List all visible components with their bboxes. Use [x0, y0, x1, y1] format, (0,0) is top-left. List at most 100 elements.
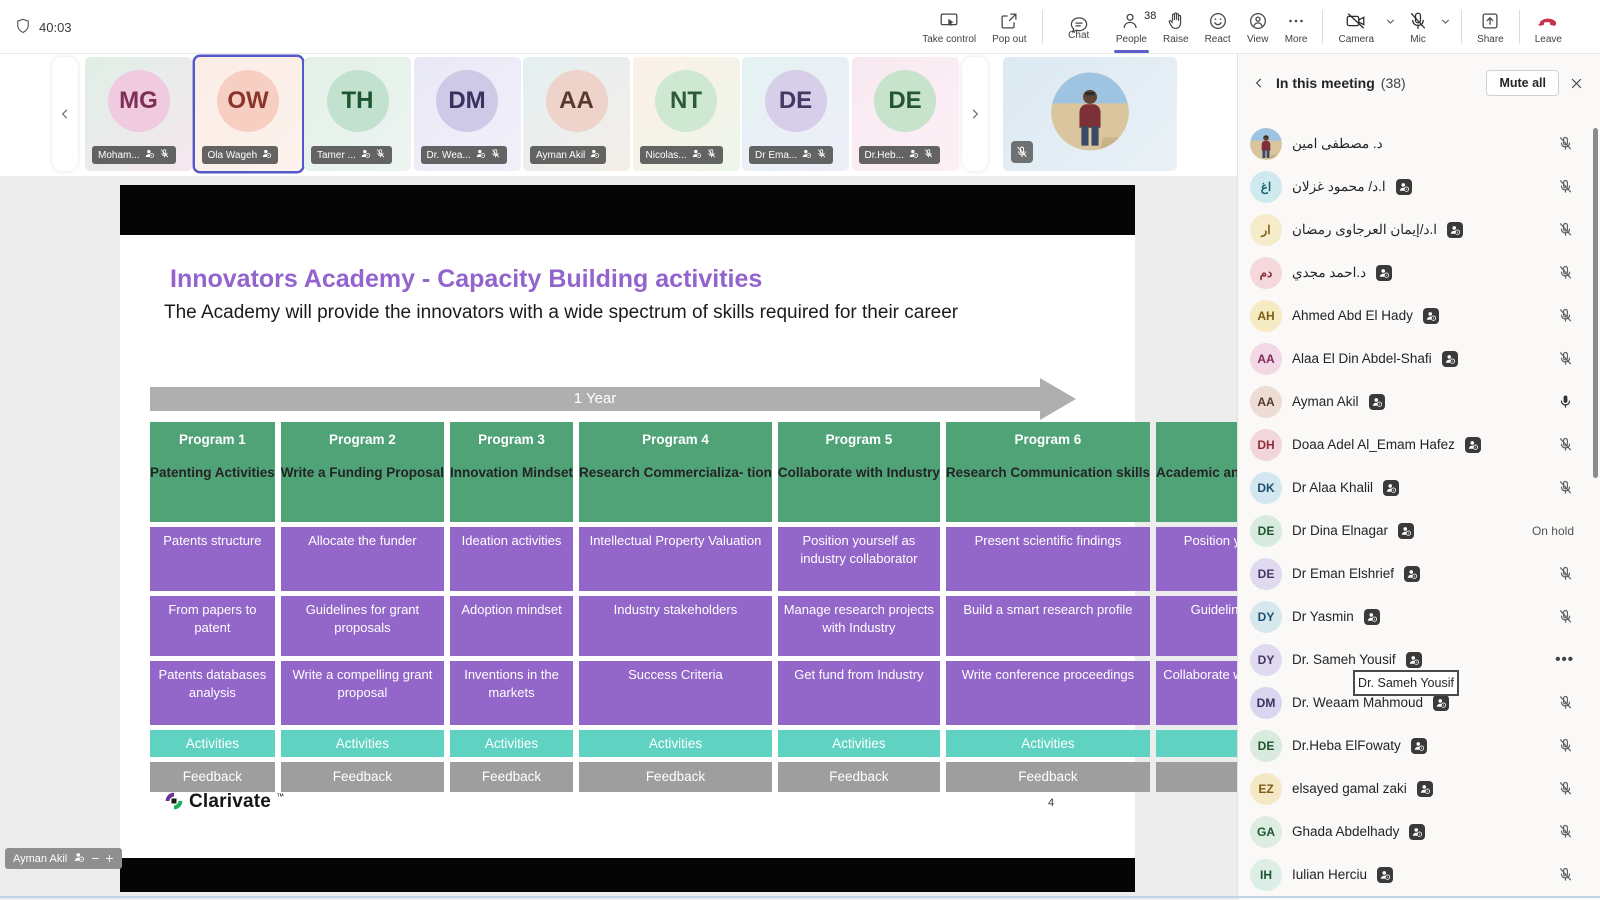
participant-video-tile[interactable]: DMDr. Wea...	[414, 57, 521, 171]
panel-title: In this meeting	[1276, 75, 1375, 91]
avatar-initials: MG	[108, 70, 170, 132]
mic-muted-icon	[1557, 565, 1574, 582]
participant-row[interactable]: DHDoaa Adel Al_Emam Hafez	[1238, 423, 1600, 466]
participant-row[interactable]: DKDr Alaa Khalil	[1238, 466, 1600, 509]
camera-options-chevron[interactable]	[1382, 0, 1399, 48]
leave-button[interactable]: Leave	[1527, 0, 1570, 54]
timeline-arrow: 1 Year	[150, 387, 1040, 411]
participant-row[interactable]: دمد.احمد مجدي	[1238, 251, 1600, 294]
participant-row[interactable]: EZelsayed gamal zaki	[1238, 767, 1600, 810]
panel-back-chevron[interactable]	[1252, 76, 1266, 90]
raise-button[interactable]: Raise	[1155, 0, 1197, 54]
mic-muted-badge	[1011, 141, 1033, 163]
zoom-in-button[interactable]: +	[105, 848, 113, 869]
react-smiley-icon	[1207, 10, 1229, 32]
tile-participant-name: Ola Wageh	[208, 150, 258, 161]
participant-row[interactable]: GAGhada Abdelhady	[1238, 810, 1600, 853]
participant-name: Ahmed Abd El Hady	[1292, 308, 1413, 323]
program-header-cell: Program 6Research Communication skills	[946, 422, 1150, 522]
participant-more-button[interactable]: •••	[1555, 651, 1574, 668]
feedback-cell: Feedback	[579, 762, 772, 792]
activities-cell: Activities	[579, 730, 772, 757]
mic-options-chevron[interactable]	[1437, 0, 1454, 48]
participant-video-tile[interactable]: DE Dr Ema...	[742, 57, 849, 171]
program-topic-cell: Guidelines for grant proposals	[281, 596, 444, 656]
tile-participant-name: Nicolas...	[646, 150, 687, 161]
tile-name-badge: Nicolas...	[640, 146, 723, 164]
mic-muted-icon	[1407, 10, 1429, 32]
zoom-out-button[interactable]: −	[91, 848, 99, 869]
take-control-button[interactable]: Take control	[914, 0, 984, 54]
participant-row[interactable]: AAAlaa El Din Abdel-Shafi	[1238, 337, 1600, 380]
participant-row[interactable]: د. مصطفى امين	[1238, 122, 1600, 165]
toolbar-divider	[1519, 10, 1520, 44]
program-topic-cell: Allocate the funder	[281, 527, 444, 591]
attendee-badge-icon	[1376, 265, 1392, 281]
participant-row[interactable]: AH Ahmed Abd El Hady	[1238, 294, 1600, 337]
pop-out-icon	[998, 10, 1020, 32]
participant-name: د.احمد مجدي	[1292, 265, 1366, 281]
activities-cell: Activities	[281, 730, 444, 757]
participant-row[interactable]: ارا.د/إيمان العرجاوى رمضان	[1238, 208, 1600, 251]
take-control-label: Take control	[922, 34, 976, 45]
participant-row[interactable]: DEDr.Heba ElFowaty	[1238, 724, 1600, 767]
filmstrip-scroll-left-button[interactable]	[52, 57, 78, 171]
presenter-overlay: Ayman Akil − +	[5, 848, 122, 869]
chat-button[interactable]: 38 Chat	[1050, 0, 1108, 54]
slide-subtitle: The Academy will provide the innovators …	[164, 302, 958, 324]
participant-avatar: AH	[1250, 300, 1282, 332]
avatar-initials: DE	[765, 70, 827, 132]
spotlight-video-tile[interactable]	[1003, 57, 1177, 171]
avatar-initials: OW	[217, 70, 279, 132]
participant-video-tile[interactable]: DEDr.Heb...	[852, 57, 959, 171]
panel-header: In this meeting (38) Mute all	[1238, 54, 1600, 112]
camera-button[interactable]: Camera	[1330, 0, 1382, 54]
participant-row[interactable]: DYDr Yasmin	[1238, 595, 1600, 638]
shared-screen-stage: Innovators Academy - Capacity Building a…	[0, 176, 1237, 900]
view-button[interactable]: View	[1239, 0, 1277, 54]
pop-out-button[interactable]: Pop out	[984, 0, 1034, 54]
more-label: More	[1285, 34, 1308, 45]
participant-video-tile[interactable]: AAAyman Akil	[523, 57, 630, 171]
program-topic-cell: Manage research projects with Industry	[778, 596, 940, 656]
attendee-badge-icon	[1447, 222, 1463, 238]
leave-label: Leave	[1535, 34, 1562, 45]
meeting-toolbar: 40:03 Take control Pop out 38 Chat 38 Pe…	[0, 0, 1600, 54]
participant-video-tile[interactable]: THTamer ...	[304, 57, 411, 171]
participant-video-tile[interactable]: NTNicolas...	[633, 57, 740, 171]
people-selected-indicator	[1114, 50, 1150, 53]
share-button[interactable]: Share	[1469, 0, 1512, 54]
people-button[interactable]: 38 People	[1108, 0, 1155, 54]
program-label: Program 3	[450, 431, 573, 449]
program-topic-cell: Adoption mindset	[450, 596, 573, 656]
mic-muted-icon	[1557, 264, 1574, 281]
participant-video-tile[interactable]: OW Ola Wageh	[195, 57, 302, 171]
participant-row[interactable]: AAAyman Akil	[1238, 380, 1600, 423]
participant-row[interactable]: DEDr Eman Elshrief	[1238, 552, 1600, 595]
participant-name: Dr Dina Elnagar	[1292, 523, 1388, 538]
more-button[interactable]: More	[1277, 0, 1316, 54]
toolbar-divider	[1322, 10, 1323, 44]
view-icon	[1247, 10, 1269, 32]
attendee-badge-icon	[801, 148, 812, 162]
mic-muted-icon	[1557, 350, 1574, 367]
participant-row[interactable]: اغا.د/ محمود غزلان	[1238, 165, 1600, 208]
avatar-initials: DM	[436, 70, 498, 132]
mic-muted-icon	[1557, 608, 1574, 625]
mic-button[interactable]: Mic	[1399, 0, 1437, 54]
share-label: Share	[1477, 34, 1504, 45]
panel-close-icon[interactable]	[1569, 76, 1584, 91]
program-label: Program 1	[150, 431, 275, 449]
mute-all-button[interactable]: Mute all	[1486, 70, 1559, 96]
react-button[interactable]: React	[1197, 0, 1239, 54]
mic-muted-icon	[1557, 221, 1574, 238]
activities-cell: Activities	[450, 730, 573, 757]
participant-row[interactable]: IHIulian Herciu	[1238, 853, 1600, 896]
participant-avatar: DK	[1250, 472, 1282, 504]
filmstrip-scroll-right-button[interactable]	[962, 57, 988, 171]
panel-scrollbar[interactable]	[1593, 128, 1598, 478]
participant-avatar: ار	[1250, 214, 1282, 246]
participant-video-tile[interactable]: MGMoham...	[85, 57, 192, 171]
tile-name-badge: Dr Ema...	[749, 146, 833, 164]
participant-row[interactable]: DEDr Dina ElnagarOn hold	[1238, 509, 1600, 552]
